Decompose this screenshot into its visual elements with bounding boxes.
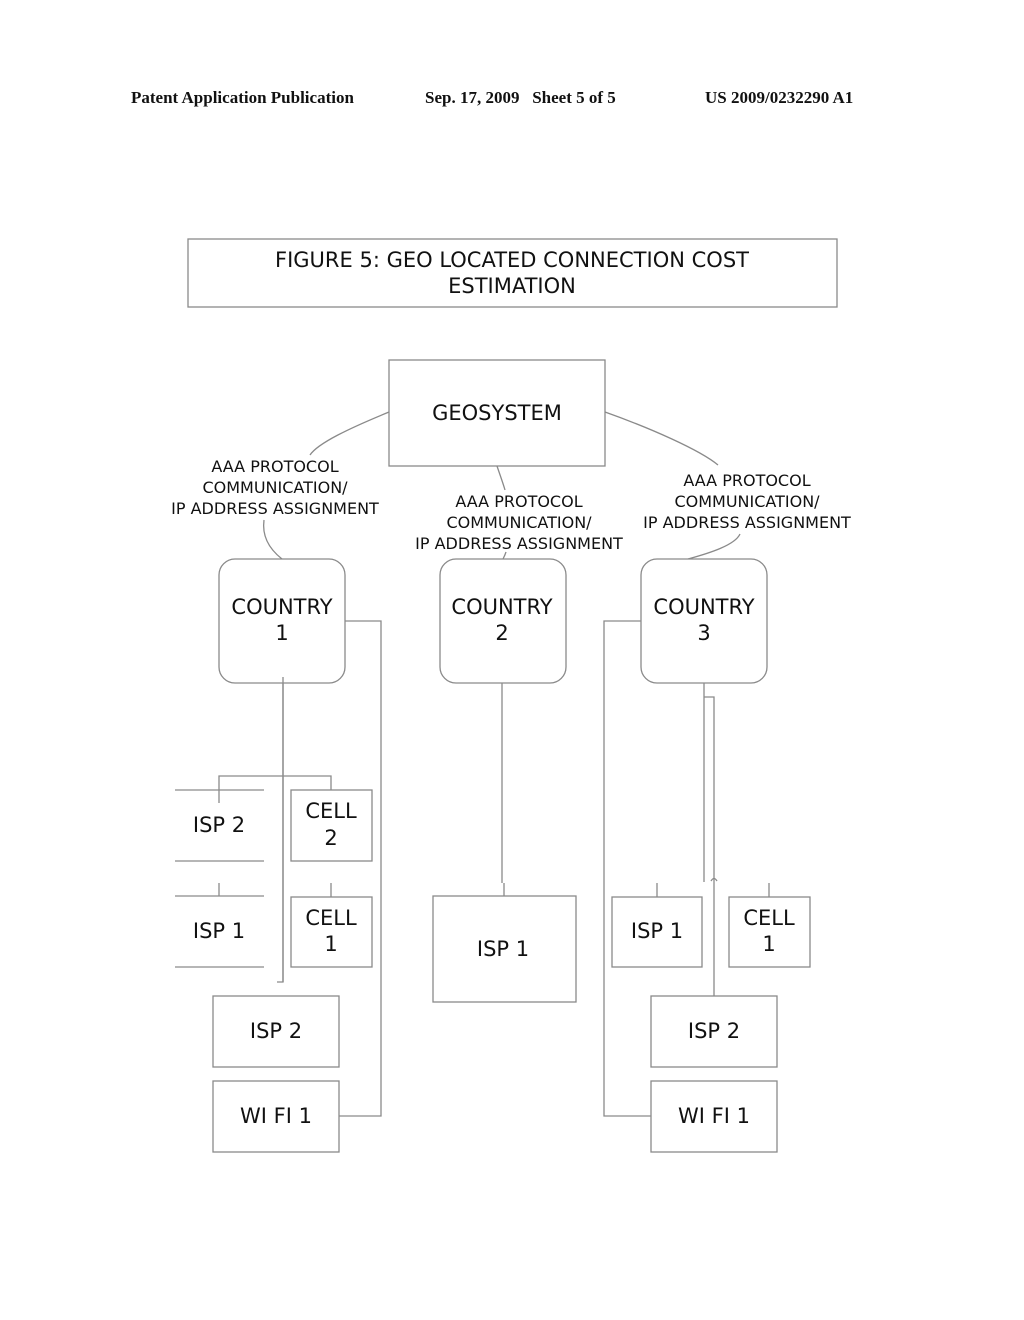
edge-label-middle-line3: IP ADDRESS ASSIGNMENT [415,534,623,553]
c3-isp1-label: ISP 1 [631,919,683,943]
c3-cell1-label-line1: CELL [743,906,795,930]
c3-wifi1-label: WI FI 1 [678,1104,750,1128]
c1-isp2-lower-node: ISP 2 [212,995,340,1068]
edge-label-left-line1: AAA PROTOCOL [211,457,338,476]
c1-cell1-node: CELL 1 [290,896,373,968]
c1-cell2-label-line2: 2 [324,826,337,850]
c1-wifi1-node: WI FI 1 [212,1080,340,1153]
connector-country1-wifi1 [339,620,382,1117]
geosystem-label: GEOSYSTEM [432,401,562,425]
c1-cell1-label-line2: 1 [324,932,337,956]
c3-cell1-node: CELL 1 [728,896,811,968]
c2-isp1-label: ISP 1 [477,937,529,961]
c1-cell1-label-line1: CELL [305,906,357,930]
country1-label-line1: COUNTRY [231,595,332,619]
edge-label-right-line2: COMMUNICATION/ [674,492,820,511]
c1-isp2-lower-label: ISP 2 [250,1019,302,1043]
connector-geo-to-left-label [309,411,390,456]
c1-isp2-label: ISP 2 [193,813,245,837]
edge-label-middle: AAA PROTOCOL COMMUNICATION/ IP ADDRESS A… [415,492,623,553]
c1-cell2-label-line1: CELL [305,799,357,823]
connector-right-label-to-country3 [687,533,741,560]
c3-wifi1-node: WI FI 1 [650,1080,778,1153]
connector-geo-to-middle-label [496,465,506,491]
c3-cell1-label-line2: 1 [762,932,775,956]
connector-country3-wifi1 [603,620,651,1117]
connector-country3-isp2 [704,696,715,996]
country3-label-line2: 3 [697,621,710,645]
figure-title-line2: ESTIMATION [448,274,576,298]
edge-label-right-line3: IP ADDRESS ASSIGNMENT [643,513,851,532]
figure-title-box: FIGURE 5: GEO LOCATED CONNECTION COST ES… [187,238,838,308]
geosystem-node: GEOSYSTEM [388,359,606,467]
c1-isp1-node: ISP 1 [175,895,264,968]
country3-label-line1: COUNTRY [653,595,754,619]
connector-middle-label-to-country2 [502,551,507,560]
edge-label-right-line1: AAA PROTOCOL [683,471,810,490]
country1-node: COUNTRY 1 [218,558,346,684]
country1-label-line2: 1 [275,621,288,645]
edge-label-left-line3: IP ADDRESS ASSIGNMENT [171,499,379,518]
edge-label-left: AAA PROTOCOL COMMUNICATION/ IP ADDRESS A… [171,457,379,518]
edge-label-left-line2: COMMUNICATION/ [202,478,348,497]
c2-isp1-node: ISP 1 [432,895,577,1003]
c1-wifi1-label: WI FI 1 [240,1104,312,1128]
country2-label-line1: COUNTRY [451,595,552,619]
figure-title-line1: FIGURE 5: GEO LOCATED CONNECTION COST [275,248,749,272]
country2-node: COUNTRY 2 [439,558,567,684]
country3-node: COUNTRY 3 [640,558,768,684]
c3-isp2-label: ISP 2 [688,1019,740,1043]
connector-left-label-to-country1 [262,519,283,560]
country2-label-line2: 2 [495,621,508,645]
c3-isp1-node: ISP 1 [611,896,703,968]
c3-isp2-node: ISP 2 [650,995,778,1068]
connector-country1-trunk [277,677,284,983]
c1-cell2-node: CELL 2 [290,789,373,862]
diagram-canvas: FIGURE 5: GEO LOCATED CONNECTION COST ES… [171,238,851,1153]
edge-label-middle-line1: AAA PROTOCOL [455,492,582,511]
connector-geo-to-right-label [604,411,719,466]
edge-label-middle-line2: COMMUNICATION/ [446,513,592,532]
edge-label-right: AAA PROTOCOL COMMUNICATION/ IP ADDRESS A… [643,471,851,532]
c1-isp1-label: ISP 1 [193,919,245,943]
